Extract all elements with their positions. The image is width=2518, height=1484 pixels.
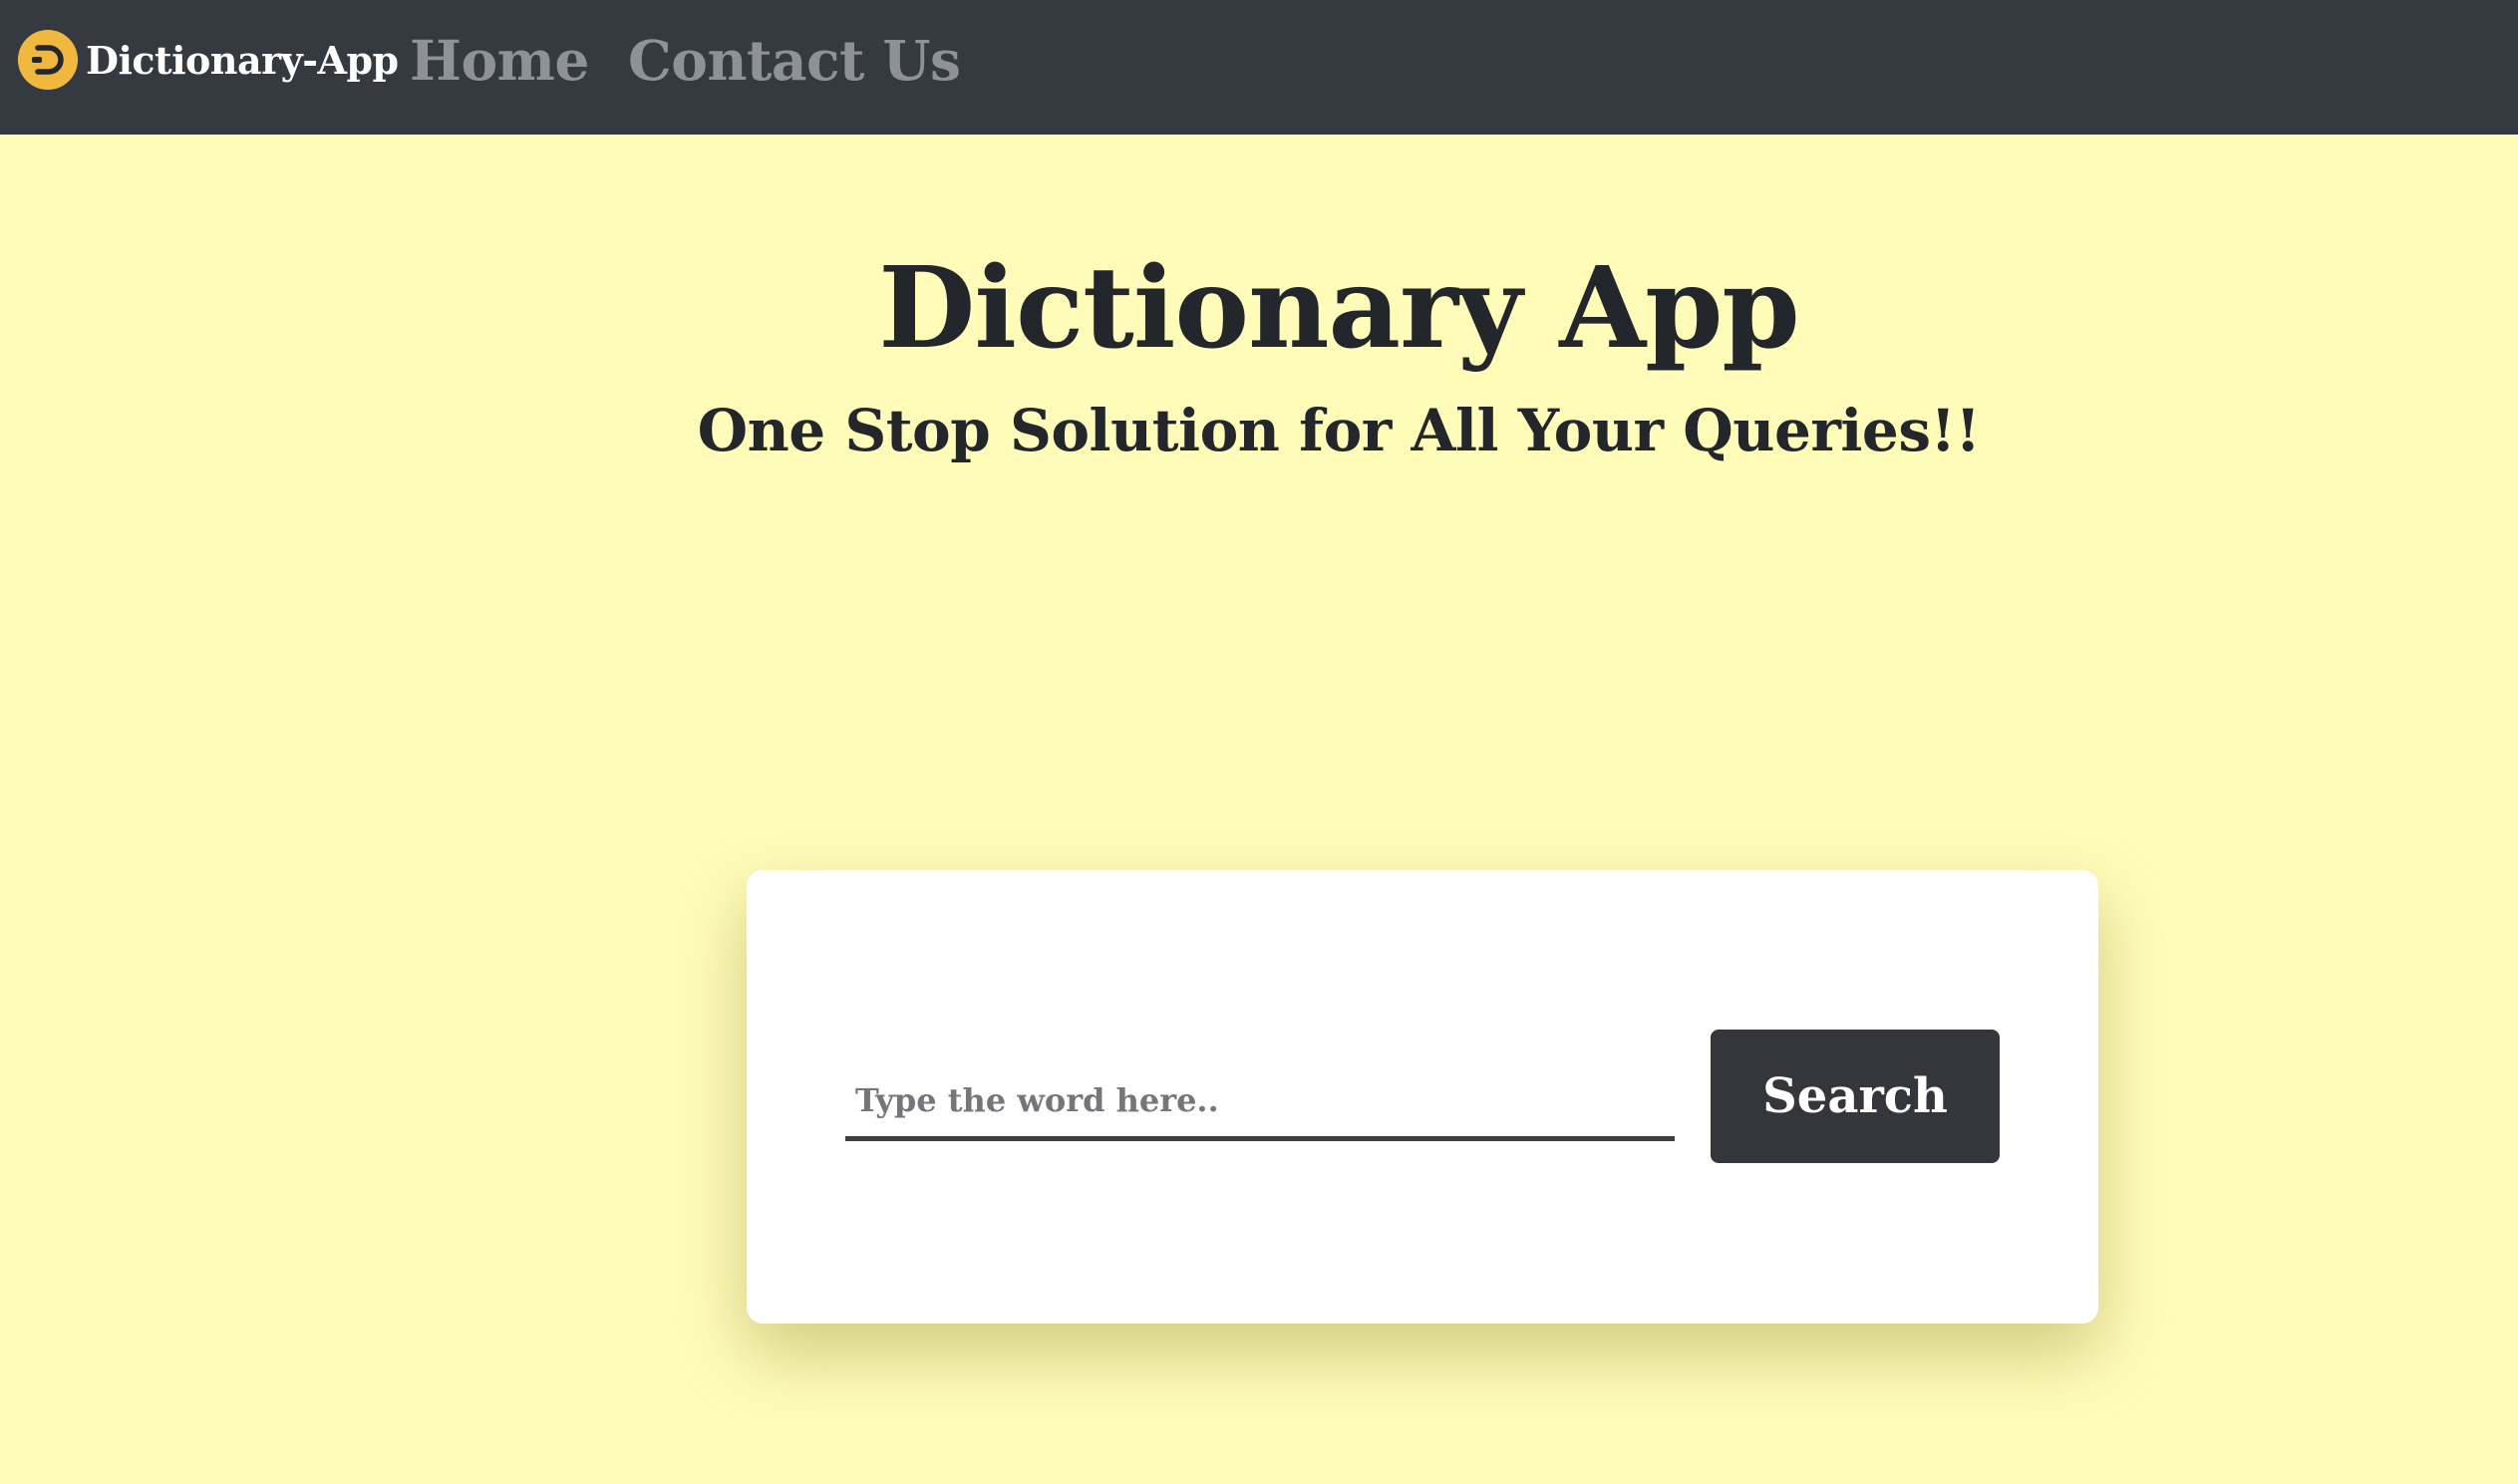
search-button[interactable]: Search [1711, 1030, 2000, 1163]
search-card: Search [747, 870, 2098, 1324]
d-logo-icon [18, 30, 78, 90]
brand-link[interactable]: Dictionary-App [18, 29, 399, 91]
search-input[interactable] [845, 1064, 1675, 1141]
page-title: Dictionary App [878, 243, 1799, 374]
top-navbar: Dictionary-App Home Contact Us [0, 0, 2518, 135]
page-subtitle: One Stop Solution for All Your Queries!! [697, 397, 1981, 464]
brand-label: Dictionary-App [86, 37, 399, 83]
nav-link-contact-us[interactable]: Contact Us [628, 26, 961, 96]
nav-link-home[interactable]: Home [410, 26, 589, 96]
